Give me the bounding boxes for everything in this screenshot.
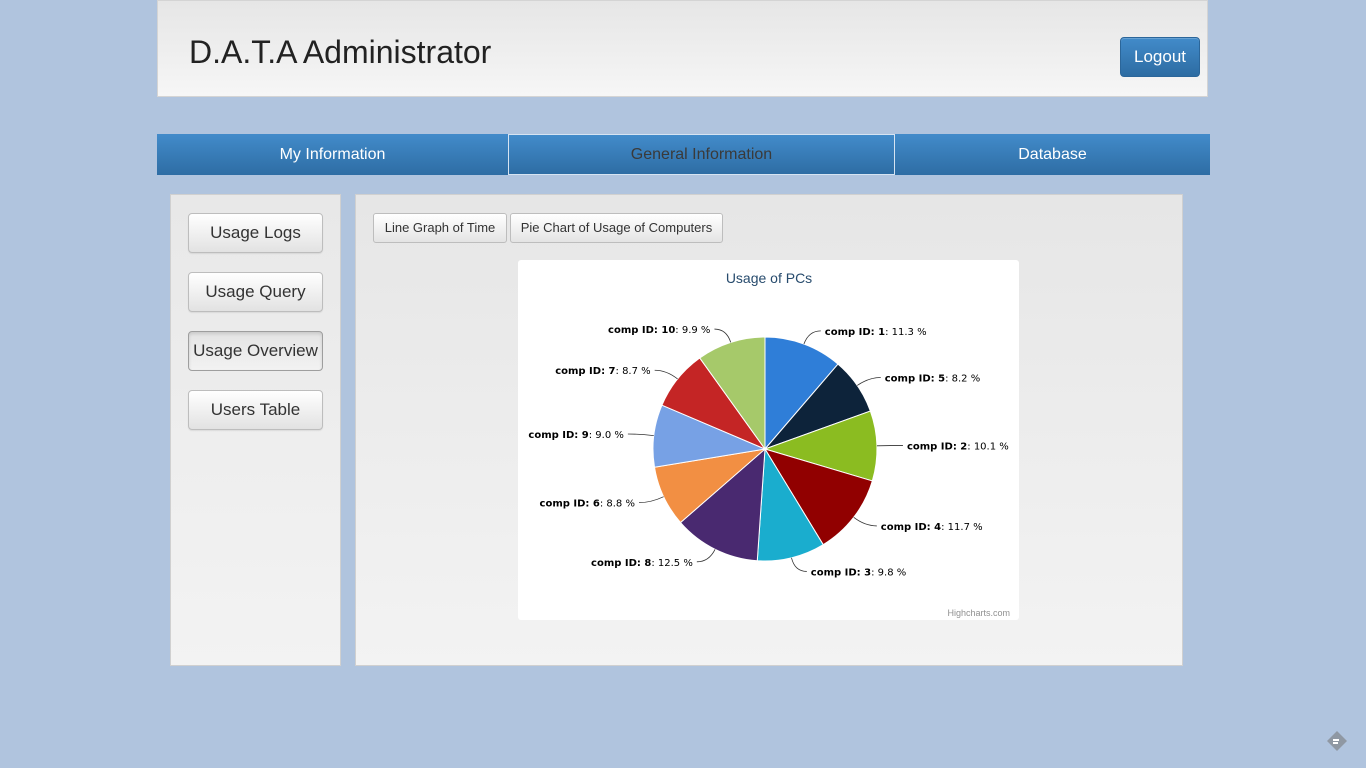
chart-title: Usage of PCs (726, 270, 812, 286)
tab-my-information[interactable]: My Information (157, 134, 508, 175)
chart-credits[interactable]: Highcharts.com (947, 608, 1010, 618)
pie-chart-button[interactable]: Pie Chart of Usage of Computers (510, 213, 723, 243)
app-title: D.A.T.A Administrator (189, 34, 492, 70)
pie-connector-comp-4 (853, 517, 877, 527)
line-graph-button[interactable]: Line Graph of Time (373, 213, 507, 243)
pie-connector-comp-6 (638, 496, 664, 504)
sidebar-item-usage-logs[interactable]: Usage Logs (188, 213, 323, 253)
sidebar-item-users-table[interactable]: Users Table (188, 390, 323, 430)
pie-chart: Usage of PCs comp ID: 1: 11.3 % comp ID: … (518, 260, 1019, 620)
pie-label-comp-9: comp ID: 9: 9.0 % (528, 430, 623, 441)
pie-label-comp-4: comp ID: 4: 11.7 % (881, 522, 983, 533)
logout-button[interactable]: Logout (1120, 37, 1200, 77)
pie-label-comp-2: comp ID: 2: 10.1 % (907, 441, 1009, 452)
pie-label-comp-10: comp ID: 10: 9.9 % (608, 325, 710, 336)
sidebar-item-usage-query[interactable]: Usage Query (188, 272, 323, 312)
pie-connector-comp-1 (803, 330, 821, 345)
pie-label-comp-1: comp ID: 1: 11.3 % (825, 327, 927, 338)
pie-label-comp-5: comp ID: 5: 8.2 % (885, 374, 980, 385)
pie-connector-comp-7 (654, 369, 678, 380)
tab-general-information[interactable]: General Information (508, 134, 895, 175)
pie-label-comp-7: comp ID: 7: 8.7 % (555, 366, 650, 377)
pie-connector-comp-10 (714, 328, 732, 343)
pie-connector-comp-3 (791, 557, 807, 572)
pie-label-comp-6: comp ID: 6: 8.8 % (540, 499, 635, 510)
main-tabs: My Information General Information Datab… (157, 134, 1210, 175)
tab-database[interactable]: Database (895, 134, 1210, 175)
pie-label-comp-3: comp ID: 3: 9.8 % (811, 567, 906, 578)
pie-connector-comp-9 (627, 433, 654, 437)
pie-connector-comp-5 (857, 377, 881, 386)
pie-label-comp-8: comp ID: 8: 12.5 % (591, 558, 693, 569)
pie-chart-svg: Usage of PCs comp ID: 1: 11.3 % comp ID: … (528, 270, 1010, 618)
content-panel: Line Graph of Time Pie Chart of Usage of… (355, 194, 1183, 666)
app-header: D.A.T.A Administrator Logout (157, 0, 1208, 97)
sidebar: Usage Logs Usage Query Usage Overview Us… (170, 194, 341, 666)
feedback-icon[interactable] (1324, 728, 1350, 752)
pie-connector-comp-8 (696, 549, 716, 563)
sidebar-item-usage-overview[interactable]: Usage Overview (188, 331, 323, 371)
